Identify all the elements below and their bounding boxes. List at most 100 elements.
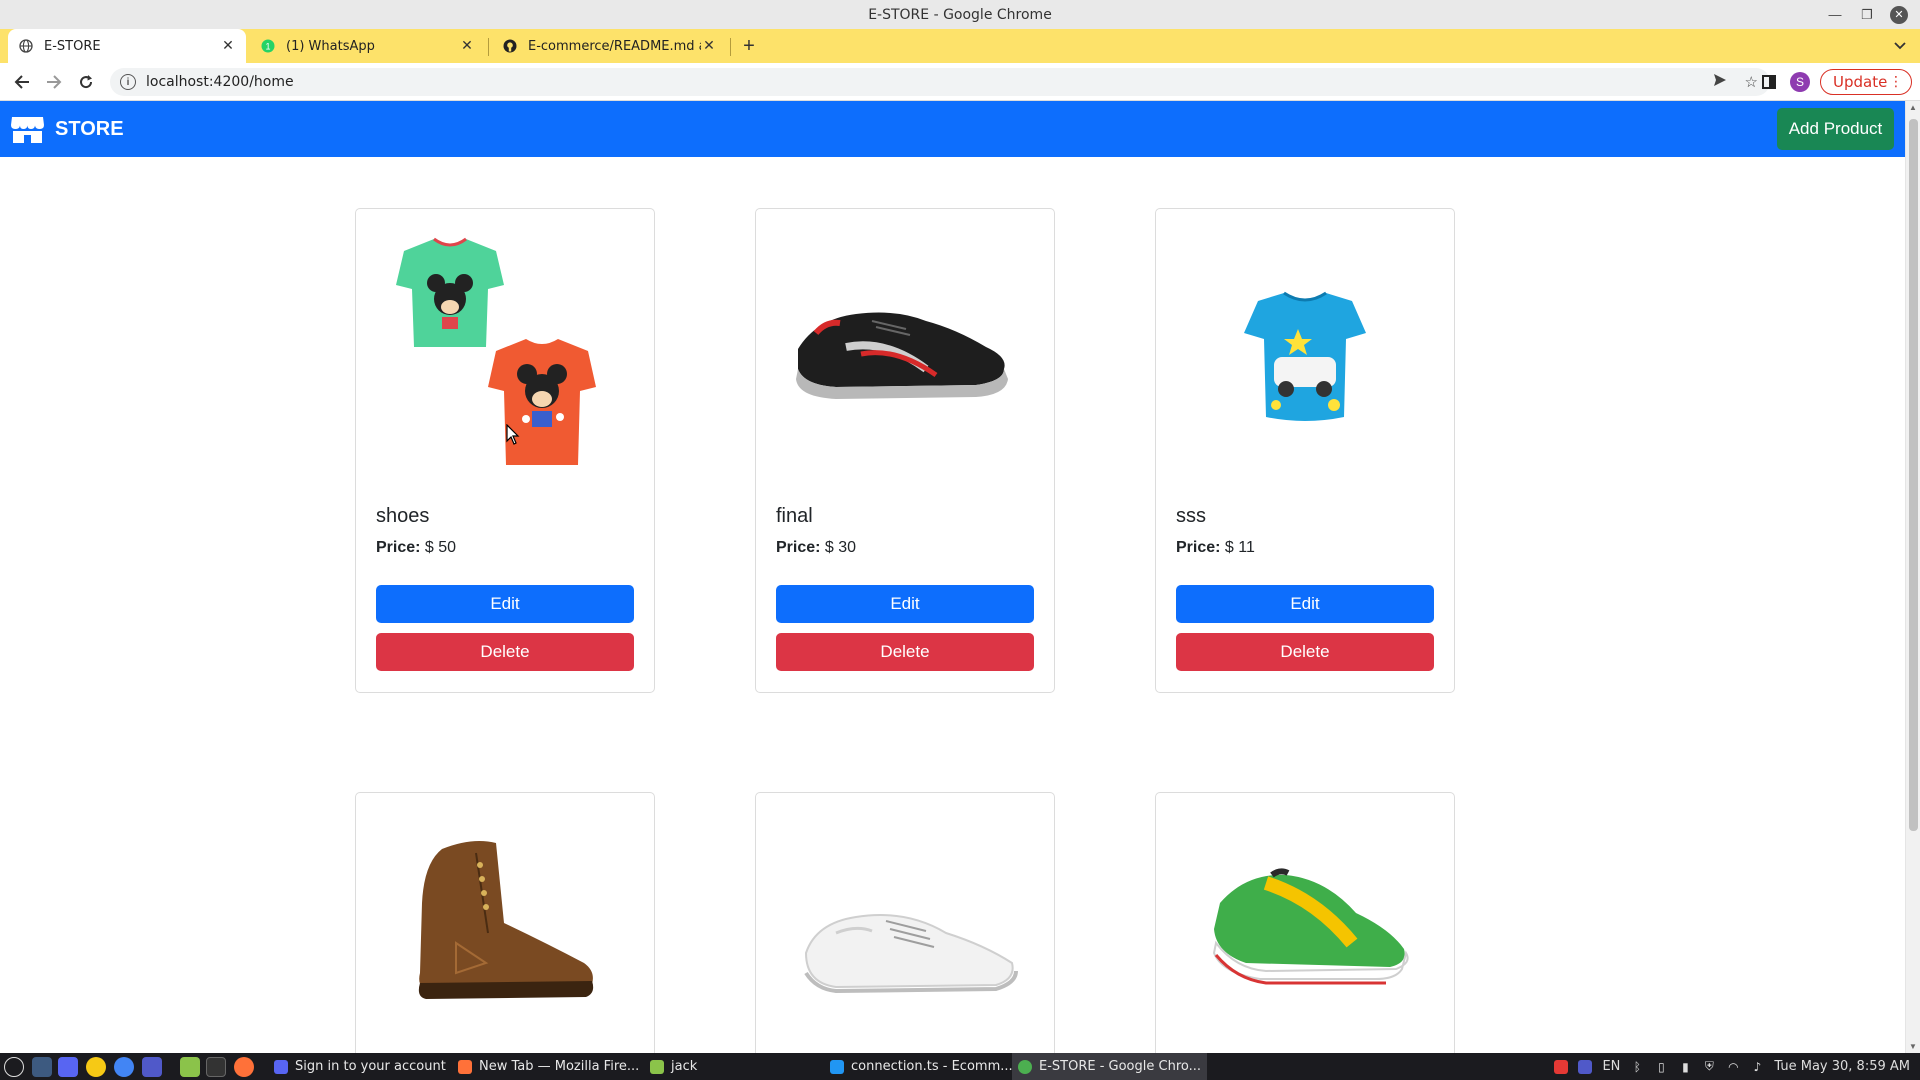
add-product-button[interactable]: Add Product (1777, 108, 1894, 150)
send-icon[interactable] (1713, 73, 1727, 91)
more-menu-icon[interactable]: ⋮ (1889, 74, 1903, 90)
side-panel-icon[interactable] (1758, 63, 1780, 101)
tab-estore[interactable]: E-STORE ✕ (8, 29, 246, 63)
product-card: shoes Price: $ 50 Edit Delete (355, 208, 655, 693)
close-tab-icon[interactable]: ✕ (701, 38, 717, 54)
tab-label: E-STORE (44, 38, 101, 54)
site-info-icon[interactable]: i (120, 74, 136, 90)
price-label: Price: (376, 539, 421, 556)
store-icon (11, 117, 44, 143)
chevron-down-icon[interactable] (1894, 29, 1906, 63)
os-taskbar: Sign in to your account New Tab — Mozill… (0, 1053, 1920, 1080)
product-name: final (776, 505, 813, 527)
scroll-up-icon[interactable]: ▲ (1909, 103, 1917, 112)
price-value: $ 50 (424, 539, 457, 556)
tab-separator (488, 38, 489, 56)
back-icon[interactable] (8, 63, 36, 101)
reload-icon[interactable] (72, 63, 100, 101)
taskbar-task[interactable]: New Tab — Mozilla Fire... (452, 1053, 645, 1080)
tab-strip: E-STORE ✕ 1 (1) WhatsApp ✕ E-commerce/RE… (0, 29, 1920, 63)
page-scrollbar[interactable]: ▲ ▼ (1905, 101, 1920, 1053)
product-price: Price: $ 50 (376, 539, 456, 557)
folder-icon[interactable] (180, 1057, 200, 1077)
price-value: $ 11 (1224, 539, 1255, 556)
menu-launcher-icon[interactable] (4, 1057, 24, 1077)
product-card: sss Price: $ 11 Edit Delete (1155, 208, 1455, 693)
brand[interactable]: STORE (10, 101, 124, 157)
tab-whatsapp[interactable]: 1 (1) WhatsApp ✕ (250, 29, 485, 63)
edit-button[interactable]: Edit (376, 585, 634, 623)
new-tab-icon[interactable]: + (738, 29, 760, 63)
tab-github[interactable]: E-commerce/README.md at r ✕ (492, 29, 727, 63)
url-text[interactable]: localhost:4200/home (146, 74, 294, 90)
profile-avatar[interactable]: S (1789, 63, 1811, 101)
delete-button[interactable]: Delete (776, 633, 1034, 671)
bookmark-star-icon[interactable]: ☆ (1745, 73, 1758, 91)
discord-icon[interactable] (58, 1057, 78, 1077)
taskbar-task-active[interactable]: E-STORE - Google Chro... (1012, 1053, 1208, 1080)
price-label: Price: (776, 539, 821, 556)
product-image-white-shoe (776, 813, 1034, 1071)
close-tab-icon[interactable]: ✕ (459, 38, 475, 54)
chrome-icon[interactable] (114, 1057, 134, 1077)
files-icon[interactable] (32, 1057, 52, 1077)
battery-icon[interactable]: ▮ (1678, 1060, 1692, 1074)
edit-button[interactable]: Edit (776, 585, 1034, 623)
app-icon[interactable] (86, 1057, 106, 1077)
svg-text:1: 1 (265, 42, 270, 52)
task-label: Sign in to your account (295, 1059, 446, 1074)
product-image-blue-tshirt (1176, 229, 1434, 487)
taskbar-task[interactable]: connection.ts - Ecomm... (824, 1053, 1019, 1080)
browser-toolbar: i localhost:4200/home ☆ S Update ⋮ (0, 63, 1920, 101)
window-titlebar: E-STORE - Google Chrome — ❐ ✕ (0, 0, 1920, 29)
product-image-green-sneaker (1176, 813, 1434, 1071)
clipboard-icon[interactable]: ▯ (1654, 1060, 1668, 1074)
task-label: connection.ts - Ecomm... (851, 1059, 1013, 1074)
scrollbar-thumb[interactable] (1909, 119, 1918, 831)
task-app-icon (274, 1059, 288, 1074)
anydesk-icon[interactable] (1554, 1059, 1569, 1074)
product-price: Price: $ 30 (776, 539, 856, 557)
omnibox-actions: ☆ (1713, 68, 1758, 96)
product-card (355, 792, 655, 1080)
shield-icon[interactable]: ⛨ (1702, 1059, 1716, 1074)
product-image-brown-boot (376, 813, 634, 1071)
delete-button[interactable]: Delete (1176, 633, 1434, 671)
product-price: Price: $ 11 (1176, 539, 1255, 557)
product-image-mickey-tshirts (376, 229, 634, 487)
firefox-icon[interactable] (234, 1057, 254, 1077)
price-value: $ 30 (824, 539, 857, 556)
scroll-down-icon[interactable]: ▼ (1909, 1042, 1917, 1051)
product-name: sss (1176, 505, 1206, 527)
product-card (755, 792, 1055, 1080)
product-card (1155, 792, 1455, 1080)
close-tab-icon[interactable]: ✕ (220, 38, 236, 54)
clock[interactable]: Tue May 30, 8:59 AM (1774, 1059, 1910, 1074)
mouse-cursor-icon (506, 424, 520, 445)
terminal-icon[interactable] (206, 1057, 226, 1077)
github-icon (502, 38, 518, 54)
price-label: Price: (1176, 539, 1221, 556)
close-window-icon[interactable]: ✕ (1890, 5, 1908, 24)
forward-icon[interactable] (40, 63, 68, 101)
task-app-icon (830, 1059, 844, 1074)
app-navbar: STORE Add Product (0, 101, 1905, 157)
tab-label: (1) WhatsApp (286, 38, 375, 54)
update-button[interactable]: Update ⋮ (1820, 69, 1912, 95)
bluetooth-icon[interactable]: ᛒ (1630, 1060, 1644, 1074)
whatsapp-icon: 1 (260, 38, 276, 54)
taskbar-task[interactable]: Sign in to your account (268, 1053, 452, 1080)
teams-tray-icon[interactable] (1578, 1059, 1593, 1074)
address-bar[interactable]: i localhost:4200/home ☆ (110, 68, 1770, 96)
keyboard-layout[interactable]: EN (1602, 1059, 1620, 1074)
wifi-icon[interactable]: ◠ (1726, 1060, 1740, 1074)
minimize-icon[interactable]: — (1826, 6, 1844, 24)
maximize-icon[interactable]: ❐ (1858, 6, 1876, 24)
teams-icon[interactable] (142, 1057, 162, 1077)
tab-label: E-commerce/README.md at r (528, 38, 701, 54)
taskbar-task[interactable]: jack (644, 1053, 703, 1080)
task-app-icon (650, 1059, 664, 1074)
edit-button[interactable]: Edit (1176, 585, 1434, 623)
delete-button[interactable]: Delete (376, 633, 634, 671)
volume-icon[interactable]: ♪ (1750, 1060, 1764, 1074)
